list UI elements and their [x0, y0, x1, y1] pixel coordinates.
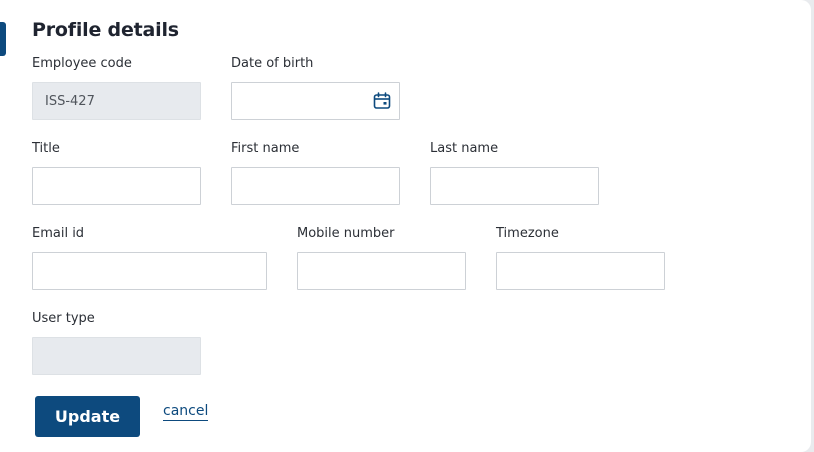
mobile-number-field[interactable]	[297, 252, 466, 290]
email-id-field[interactable]	[32, 252, 267, 290]
email-id-label: Email id	[32, 226, 85, 241]
user-type-label: User type	[32, 311, 95, 326]
section-title: Profile details	[32, 19, 179, 41]
first-name-label: First name	[231, 141, 300, 156]
last-name-label: Last name	[430, 141, 499, 156]
last-name-field[interactable]	[430, 167, 599, 205]
calendar-icon[interactable]	[372, 91, 392, 111]
timezone-label: Timezone	[496, 226, 559, 241]
user-type-field[interactable]	[32, 337, 201, 375]
employee-code-label: Employee code	[32, 56, 132, 71]
section-accent-bar	[0, 22, 6, 56]
update-button[interactable]: Update	[35, 396, 140, 437]
employee-code-field[interactable]	[32, 82, 201, 120]
title-label: Title	[32, 141, 60, 156]
date-of-birth-label: Date of birth	[231, 56, 314, 71]
title-field[interactable]	[32, 167, 201, 205]
timezone-field[interactable]	[496, 252, 665, 290]
profile-details-card: Profile details Employee code Date of bi…	[0, 0, 811, 452]
first-name-field[interactable]	[231, 167, 400, 205]
cancel-link[interactable]: cancel	[163, 403, 209, 421]
mobile-number-label: Mobile number	[297, 226, 395, 241]
